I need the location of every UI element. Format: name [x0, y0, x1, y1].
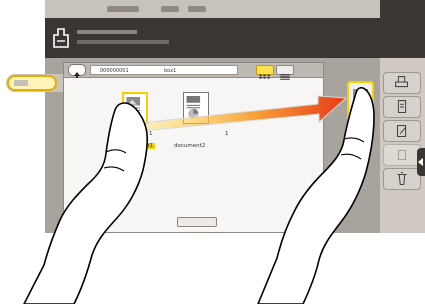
hand-pointer-icon [23, 102, 149, 304]
swipe-arrow-icon [139, 95, 348, 132]
gesture-overlay [23, 81, 375, 304]
hand-pointer-icon [257, 86, 375, 304]
